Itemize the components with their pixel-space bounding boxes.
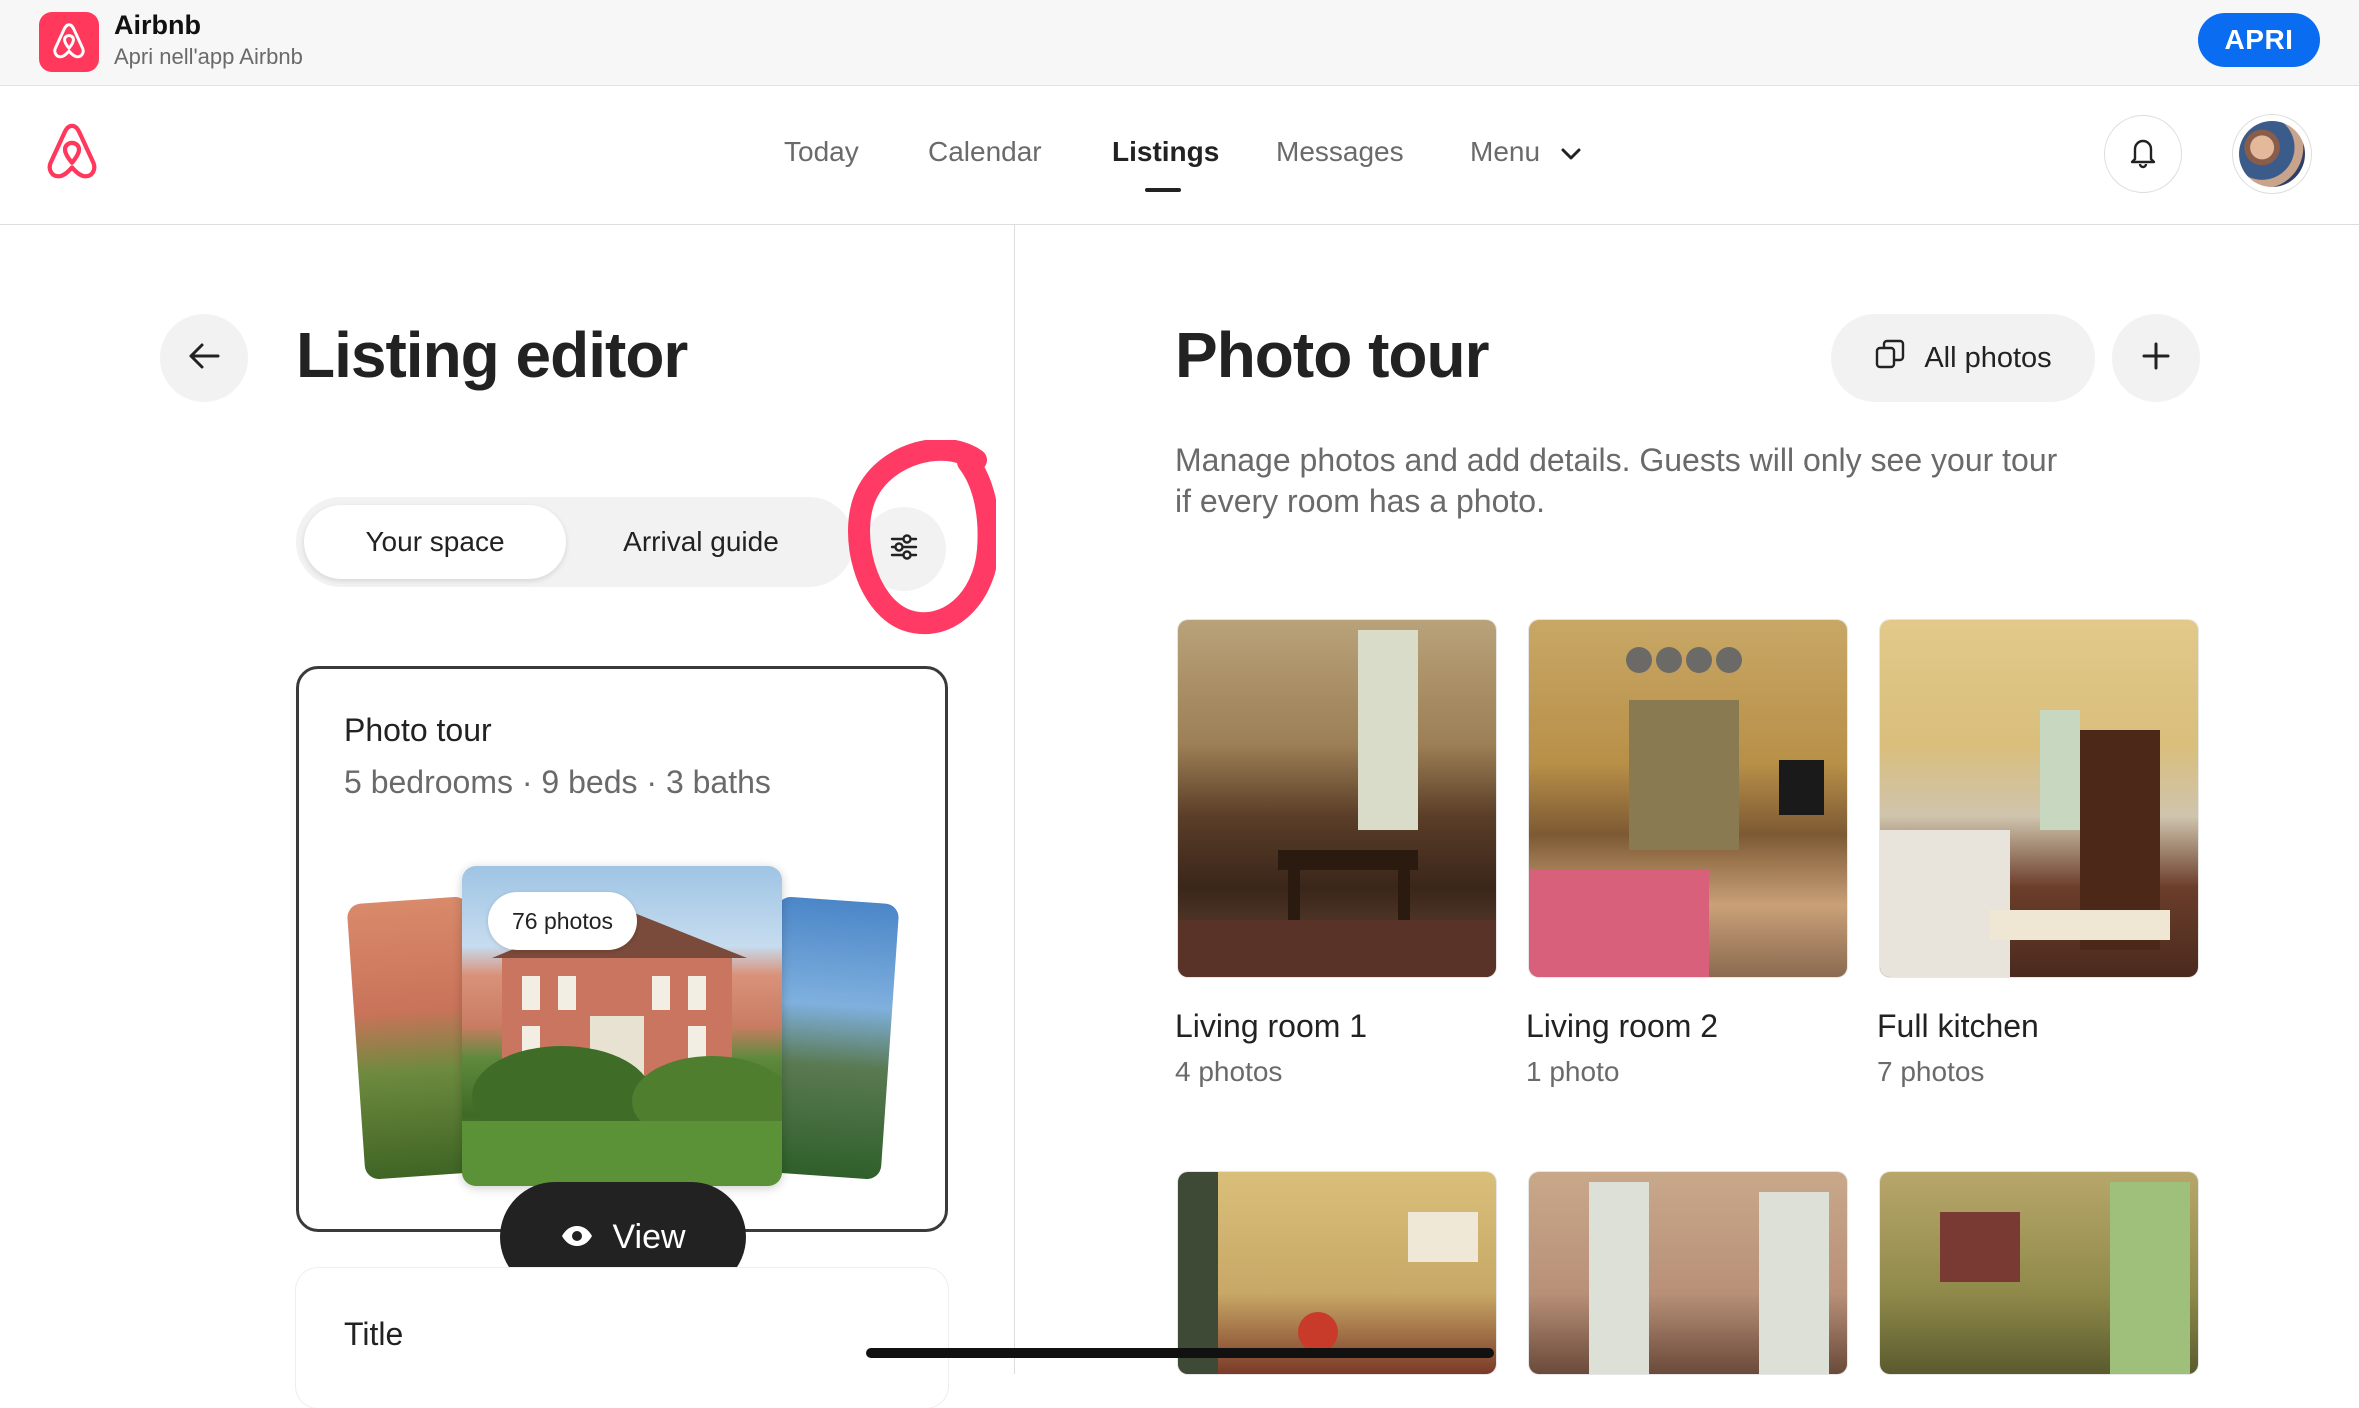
add-photo-button[interactable] xyxy=(2112,314,2200,402)
room-photo-living-room-2[interactable] xyxy=(1529,620,1847,977)
room-photo-living-room-1[interactable] xyxy=(1178,620,1496,977)
home-indicator[interactable] xyxy=(866,1348,1494,1358)
photo-count-badge: 76 photos xyxy=(488,892,638,950)
nav-messages[interactable]: Messages xyxy=(1276,136,1404,168)
title-card-label: Title xyxy=(344,1316,404,1352)
room-photo-full-kitchen[interactable] xyxy=(1880,620,2198,977)
nav-calendar[interactable]: Calendar xyxy=(928,136,1042,168)
avatar[interactable] xyxy=(2232,114,2312,194)
tab-your-space[interactable]: Your space xyxy=(304,505,566,579)
photo-tour-card-title: Photo tour xyxy=(344,712,492,748)
chevron-down-icon[interactable] xyxy=(1560,147,1582,166)
open-in-app-button[interactable]: APRI xyxy=(2198,13,2320,67)
photos-stack-icon xyxy=(1874,338,1906,378)
airbnb-logo-icon[interactable] xyxy=(40,120,104,191)
avatar-photo xyxy=(2239,121,2305,187)
banner-app-name: Airbnb xyxy=(114,10,201,40)
page-title: Listing editor xyxy=(296,319,688,391)
editor-tabs: Your space Arrival guide xyxy=(296,497,854,587)
back-arrow-icon xyxy=(187,341,221,376)
airbnb-app-icon xyxy=(39,12,99,72)
photo-tour-card-details: 5 bedrooms · 9 beds · 3 baths xyxy=(344,764,771,800)
room-photo-row2-3[interactable] xyxy=(1880,1172,2198,1374)
room-name-full-kitchen: Full kitchen xyxy=(1877,1008,2039,1044)
back-button[interactable] xyxy=(160,314,248,402)
panel-divider xyxy=(1014,225,1015,1374)
tab-arrival-guide[interactable]: Arrival guide xyxy=(596,505,806,579)
nav-menu[interactable]: Menu xyxy=(1470,136,1540,168)
room-count-living-room-1: 4 photos xyxy=(1175,1056,1283,1087)
annotation-circle-highlight xyxy=(826,438,1000,645)
photo-tour-title: Photo tour xyxy=(1175,319,1489,391)
banner-subtitle: Apri nell'app Airbnb xyxy=(114,44,303,69)
all-photos-label: All photos xyxy=(1924,341,2052,374)
all-photos-button[interactable]: All photos xyxy=(1831,314,2095,402)
bell-icon xyxy=(2127,135,2159,174)
top-navigation: Today Calendar Listings Messages Menu xyxy=(0,86,2359,225)
eye-icon xyxy=(560,1218,594,1257)
room-count-full-kitchen: 7 photos xyxy=(1877,1056,1985,1087)
room-photo-row2-1[interactable] xyxy=(1178,1172,1496,1374)
view-button-label: View xyxy=(612,1217,686,1256)
photo-tour-description: Manage photos and add details. Guests wi… xyxy=(1175,442,2058,519)
notifications-button[interactable] xyxy=(2104,115,2182,193)
room-name-living-room-2: Living room 2 xyxy=(1526,1008,1719,1044)
room-name-living-room-1: Living room 1 xyxy=(1175,1008,1368,1044)
nav-listings[interactable]: Listings xyxy=(1112,136,1219,168)
active-nav-indicator xyxy=(1145,188,1181,192)
plus-icon xyxy=(2141,341,2171,376)
app-banner: Airbnb Apri nell'app Airbnb APRI xyxy=(0,0,2359,86)
room-count-living-room-2: 1 photo xyxy=(1526,1056,1620,1087)
nav-today[interactable]: Today xyxy=(784,136,859,168)
room-photo-row2-2[interactable] xyxy=(1529,1172,1847,1374)
